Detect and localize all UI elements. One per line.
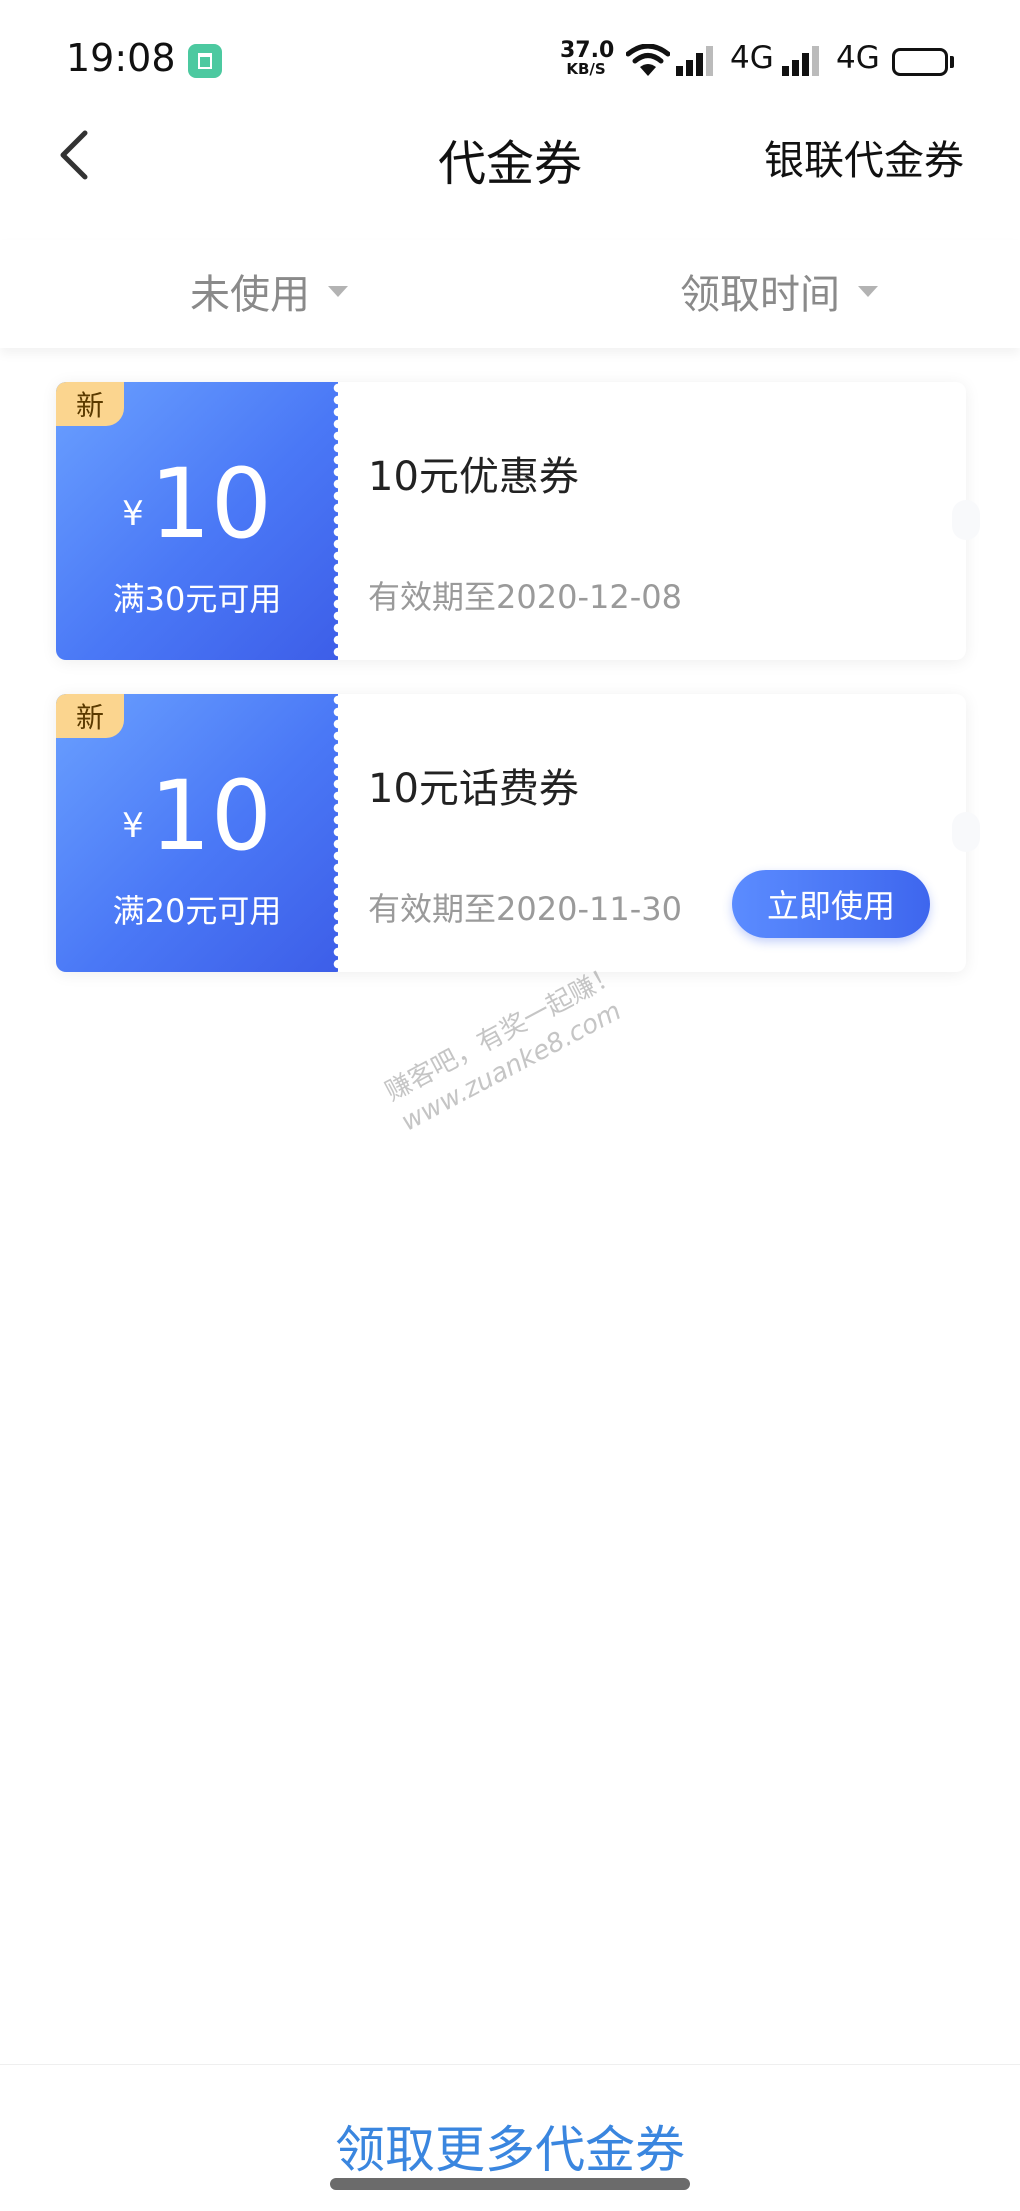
wifi-icon (626, 44, 670, 76)
unionpay-coupons-link[interactable]: 银联代金券 (764, 128, 964, 186)
currency-symbol: ¥ (122, 806, 144, 846)
home-indicator[interactable] (330, 2178, 690, 2190)
coupon-amount-row: ¥10 (56, 456, 338, 552)
currency-symbol: ¥ (122, 494, 144, 534)
network-speed: 37.0 KB/S (560, 38, 615, 78)
status-time: 19:08 (66, 36, 176, 80)
status-bar: 19:08 37.0 KB/S 4G 4G (0, 0, 1020, 120)
coupon-card[interactable]: 新 ¥10 满20元可用 10元话费券 有效期至2020-11-30 立即使用 (56, 694, 980, 972)
watermark: 赚客吧，有奖一起赚！ www.zuanke8.com (380, 958, 641, 1140)
battery-tip (950, 56, 954, 68)
get-more-coupons-link[interactable]: 领取更多代金券 (0, 2110, 1020, 2182)
coupon-validity: 有效期至2020-11-30 (368, 890, 682, 928)
coupon-validity: 有效期至2020-12-08 (368, 578, 682, 616)
back-button[interactable] (44, 120, 104, 190)
triangle-down-icon (328, 285, 348, 297)
coupon-value-panel: 新 ¥10 满20元可用 (56, 694, 338, 972)
new-tag: 新 (56, 382, 124, 426)
coupon-card[interactable]: 新 ¥10 满30元可用 10元优惠券 有效期至2020-12-08 (56, 382, 980, 660)
coupon-title: 10元话费券 (368, 766, 579, 812)
sort-filter-dropdown[interactable]: 领取时间 (680, 262, 878, 320)
network-speed-unit: KB/S (566, 60, 606, 78)
coupon-amount-row: ¥10 (56, 768, 338, 864)
use-now-button[interactable]: 立即使用 (732, 870, 930, 938)
network-speed-value: 37.0 (560, 38, 615, 63)
coupon-title: 10元优惠券 (368, 454, 579, 500)
coupon-value-panel: 新 ¥10 满30元可用 (56, 382, 338, 660)
coupon-notch (952, 500, 980, 540)
network-type-1: 4G (730, 40, 774, 76)
filter-bar: 未使用 领取时间 (0, 240, 1020, 348)
app-badge-icon (188, 44, 222, 78)
sort-filter-label: 领取时间 (680, 272, 840, 318)
coupon-amount: 10 (149, 448, 272, 560)
coupon-scallop-edge (332, 382, 338, 660)
status-filter-dropdown[interactable]: 未使用 (190, 262, 348, 320)
signal-icon (782, 46, 819, 76)
new-tag: 新 (56, 694, 124, 738)
network-type-2: 4G (836, 40, 880, 76)
coupon-amount: 10 (149, 760, 272, 872)
signal-icon (676, 46, 713, 76)
coupon-notch (952, 812, 980, 852)
status-filter-label: 未使用 (190, 272, 310, 318)
chevron-left-icon (60, 130, 88, 180)
triangle-down-icon (858, 285, 878, 297)
coupon-condition: 满20元可用 (112, 892, 282, 930)
coupon-condition: 满30元可用 (112, 580, 282, 618)
coupon-scallop-edge (332, 694, 338, 972)
battery-icon (892, 48, 948, 76)
